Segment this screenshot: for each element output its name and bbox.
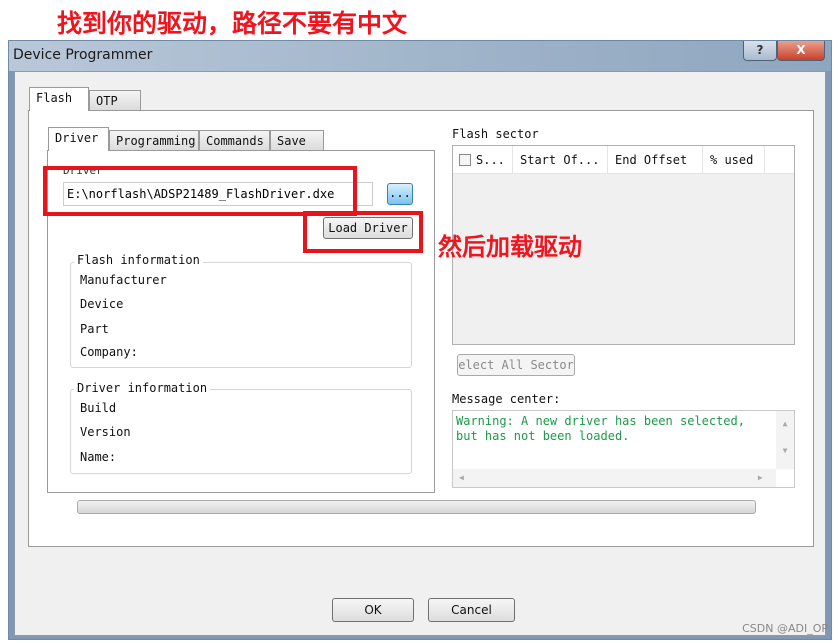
tab-driver[interactable]: Driver (48, 127, 109, 151)
help-button[interactable]: ? (743, 41, 777, 61)
column-start-offset[interactable]: Start Of... (513, 146, 608, 173)
field-part: Part (80, 322, 109, 336)
field-company: Company: (80, 345, 138, 359)
message-center-box[interactable]: Warning: A new driver has been selected,… (452, 410, 795, 488)
flash-information-title: Flash information (74, 253, 203, 267)
column-sector-label: S... (476, 152, 505, 167)
tab-programming[interactable]: Programming (109, 130, 199, 150)
tab-commands[interactable]: Commands (199, 130, 270, 150)
tab-save[interactable]: Save (270, 130, 324, 150)
highlight-driver-path (43, 166, 357, 216)
device-programmer-dialog: Device Programmer ? X Flash OTP Driver P… (8, 40, 832, 640)
tab-otp[interactable]: OTP (89, 90, 141, 110)
close-button[interactable]: X (777, 41, 825, 61)
scroll-up-icon[interactable]: ▲ (776, 419, 794, 428)
driver-information-title: Driver information (74, 381, 211, 395)
annotation-top: 找到你的驱动，路径不要有中文 (57, 9, 408, 38)
column-end-offset[interactable]: End Offset (608, 146, 703, 173)
browse-button[interactable]: ... (387, 183, 413, 205)
select-all-sector-button[interactable]: elect All Sector (457, 354, 575, 376)
annotation-side: 然后加载驱动 (438, 233, 582, 261)
column-sector[interactable]: S... (453, 146, 513, 173)
field-name: Name: (80, 450, 117, 464)
highlight-load-driver (303, 211, 423, 253)
message-line: Warning: A new driver has been selected, (456, 414, 745, 428)
field-build: Build (80, 401, 117, 415)
title-bar: Device Programmer ? X (9, 41, 831, 71)
progress-bar (77, 500, 756, 514)
select-all-checkbox[interactable] (459, 153, 471, 166)
field-version: Version (80, 425, 131, 439)
window-title: Device Programmer (13, 47, 153, 63)
cancel-button[interactable]: Cancel (428, 598, 515, 622)
scroll-down-icon[interactable]: ▼ (776, 446, 794, 455)
vertical-scrollbar[interactable]: ▲ ▼ (776, 411, 794, 469)
scroll-right-icon[interactable]: ▶ (758, 473, 763, 482)
tab-flash[interactable]: Flash (29, 87, 89, 111)
column-percent-used[interactable]: % used (703, 146, 765, 173)
field-manufacturer: Manufacturer (80, 273, 167, 287)
flash-sector-header: S... Start Of... End Offset % used (453, 146, 794, 174)
watermark: CSDN @ADI_OP (742, 622, 828, 635)
horizontal-scrollbar[interactable]: ◀ ▶ (453, 469, 776, 487)
ok-button[interactable]: OK (332, 598, 414, 622)
message-line: but has not been loaded. (456, 429, 630, 443)
field-device: Device (80, 297, 124, 311)
scroll-left-icon[interactable]: ◀ (459, 473, 464, 482)
message-center-title: Message center: (452, 392, 561, 406)
dialog-body: Flash OTP Driver Programming Commands Sa… (14, 71, 826, 636)
flash-sector-title: Flash sector (452, 127, 539, 141)
